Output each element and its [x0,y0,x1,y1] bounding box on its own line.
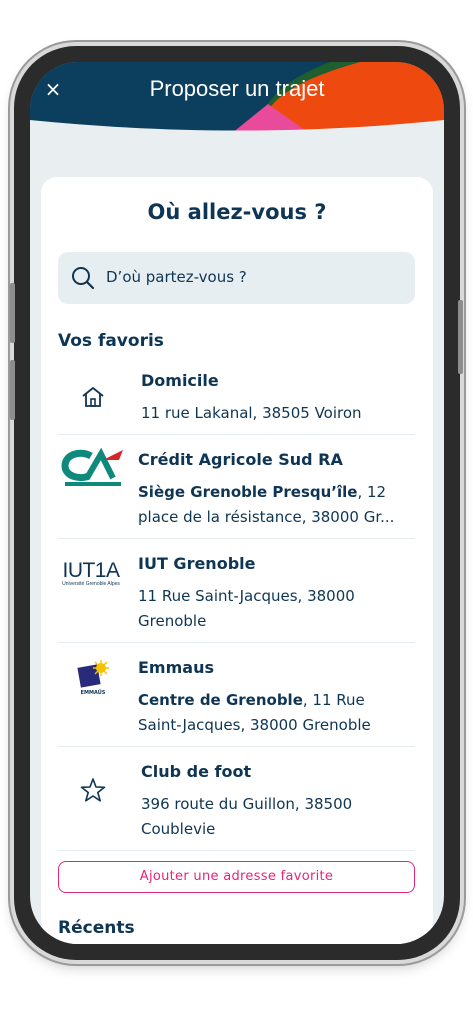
favorite-address-label: Siège Grenoble Presqu’île [138,483,358,501]
favorite-address: 11 Rue Saint-Jacques, 38000 Grenoble [138,584,410,634]
favorite-address-text: 11 Rue Saint-Jacques, 38000 Grenoble [138,587,355,630]
favorite-item-credit-agricole[interactable]: Crédit Agricole Sud RA Siège Grenoble Pr… [58,448,415,539]
favorite-name: Club de foot [141,762,252,781]
favorite-address-label: Centre de Grenoble [138,691,303,709]
search-icon [70,265,96,295]
favorite-name: Emmaus [138,658,214,677]
card-title: Où allez-vous ? [147,200,327,224]
iut1a-logo-text: IUT1A [62,559,120,582]
destination-card: Où allez-vous ? D’où partez-vous ? Vos f… [41,177,433,944]
favorite-item-emmaus[interactable]: EMMAÜS Emmaus Centre de Grenoble, 11 Rue… [58,658,415,747]
home-icon [58,375,128,419]
favorite-address: Centre de Grenoble, 11 Rue Saint-Jacques… [138,688,410,738]
favorite-name: IUT Grenoble [138,554,256,573]
search-placeholder: D’où partez-vous ? [106,268,247,286]
star-icon [58,770,128,810]
favorite-address-text: 11 rue Lakanal, 38505 Voiron [141,404,362,422]
favorite-address: 396 route du Guillon, 38500 Coublevie [141,792,413,842]
recents-section-title: Récents [58,918,135,938]
favorite-item-domicile[interactable]: Domicile 11 rue Lakanal, 38505 Voiron [58,371,415,435]
favorite-address: Siège Grenoble Presqu’île, 12 place de l… [138,480,410,530]
add-favorite-button[interactable]: Ajouter une adresse favorite [58,861,415,893]
header: × Proposer un trajet [30,62,444,138]
favorite-name: Crédit Agricole Sud RA [138,450,343,469]
favorite-item-iut-grenoble[interactable]: IUT1A Université Grenoble Alpes IUT Gren… [58,554,415,643]
phone-power-button [458,300,463,374]
favorite-address-text: 396 route du Guillon, 38500 Coublevie [141,795,353,838]
emmaus-logo: EMMAÜS [58,654,128,702]
iut1a-logo-subtext: Université Grenoble Alpes [62,581,120,587]
page-title: Proposer un trajet [149,76,325,101]
search-input[interactable]: D’où partez-vous ? [58,252,415,304]
favorites-section-title: Vos favoris [58,331,164,351]
favorite-address: 11 rue Lakanal, 38505 Voiron [141,401,413,426]
app-screen: × Proposer un trajet Où allez-vous ? D’o… [30,62,444,944]
favorite-item-club-de-foot[interactable]: Club de foot 396 route du Guillon, 38500… [58,762,415,851]
phone-side-button [10,283,15,343]
favorite-name: Domicile [141,371,219,390]
iut1a-logo: IUT1A Université Grenoble Alpes [56,554,126,594]
phone-side-button [10,360,15,420]
credit-agricole-logo [58,444,128,496]
emmaus-logo-text: EMMAÜS [80,690,106,696]
